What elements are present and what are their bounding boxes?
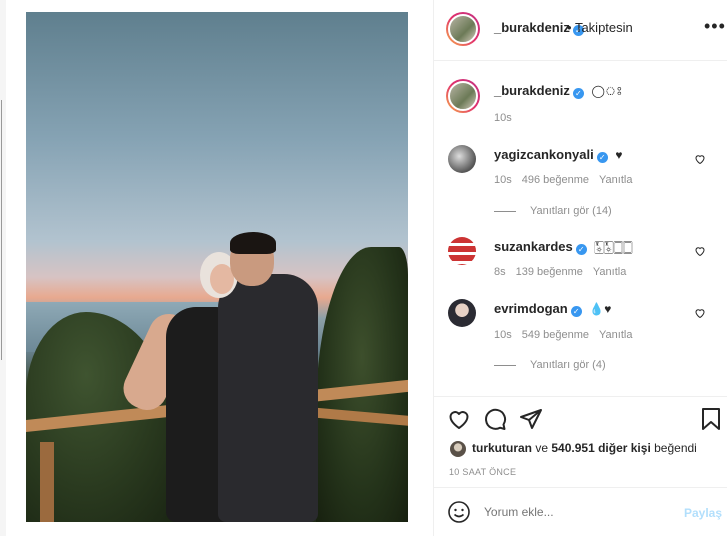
like-heart-icon[interactable]: [447, 407, 471, 431]
comment-like-heart-icon[interactable]: [694, 307, 706, 319]
comment-avatar[interactable]: [448, 299, 476, 327]
previous-post-edge: [0, 0, 6, 536]
caption-text: ◯ঃ: [591, 84, 623, 98]
comment-username[interactable]: yagizcankonyali: [494, 147, 594, 162]
follow-status[interactable]: • Takiptesin: [567, 20, 633, 35]
post-comment-button[interactable]: Paylaş: [684, 506, 722, 520]
reply-button[interactable]: Yanıtla: [593, 266, 626, 278]
verified-badge-icon: ✓: [572, 88, 584, 99]
liker-avatar: [450, 441, 466, 457]
comment-avatar[interactable]: [448, 237, 476, 265]
emoji-smiley-icon[interactable]: [447, 500, 471, 524]
caption-time[interactable]: 10s: [494, 112, 512, 124]
comment-likes[interactable]: 549 beğenme: [522, 329, 589, 341]
save-bookmark-icon[interactable]: [700, 407, 722, 431]
caption-row: _burakdeniz ✓ ◯ঃ: [494, 83, 623, 103]
following-label[interactable]: Takiptesin: [575, 20, 633, 35]
caption-avatar[interactable]: [446, 79, 480, 113]
comment-text: 💧♥: [589, 302, 612, 316]
separator-dot: •: [567, 20, 572, 35]
comment-avatar[interactable]: [448, 145, 476, 173]
view-replies-button[interactable]: Yanıtları gör (14): [494, 205, 612, 217]
comment-meta: 10s 549 beğenme Yanıtla: [494, 329, 632, 341]
caption-username[interactable]: _burakdeniz: [494, 83, 570, 98]
more-options-icon[interactable]: •••: [704, 16, 726, 37]
comment-row: yagizcankonyali ✓ ♥: [494, 147, 622, 163]
comment-input[interactable]: [484, 505, 664, 519]
reply-button[interactable]: Yanıtla: [599, 174, 632, 186]
comment-row: suzankardes ✓ 🀧🀧🀆🀆: [494, 239, 633, 255]
verified-badge-icon: ✓: [596, 152, 608, 163]
comment-meta: 8s 139 beğenme Yanıtla: [494, 266, 626, 278]
comment-like-heart-icon[interactable]: [694, 153, 706, 165]
comment-time[interactable]: 10s: [494, 174, 512, 186]
verified-badge-icon: ✓: [570, 306, 582, 317]
comment-row: evrimdogan ✓ 💧♥: [494, 301, 611, 317]
comment-meta: 10s 496 beğenme Yanıtla: [494, 174, 632, 186]
view-replies-button[interactable]: Yanıtları gör (4): [494, 359, 606, 371]
comment-text: 🀧🀧🀆🀆: [594, 240, 633, 254]
likes-summary[interactable]: turkuturan ve 540.951 diğer kişi beğendi: [450, 441, 697, 457]
comment-username[interactable]: suzankardes: [494, 239, 573, 254]
comment-username[interactable]: evrimdogan: [494, 301, 568, 316]
author-avatar[interactable]: [446, 12, 480, 46]
comment-time[interactable]: 8s: [494, 266, 506, 278]
comment-time[interactable]: 10s: [494, 329, 512, 341]
comment-likes[interactable]: 496 beğenme: [522, 174, 589, 186]
comment-text: ♥: [615, 148, 623, 162]
liker-username[interactable]: turkuturan: [472, 441, 532, 455]
comment-likes[interactable]: 139 beğenme: [516, 266, 583, 278]
comment-like-heart-icon[interactable]: [694, 245, 706, 257]
others-count[interactable]: 540.951 diğer kişi: [551, 441, 650, 455]
post-photo[interactable]: [26, 12, 408, 522]
share-direct-icon[interactable]: [519, 407, 543, 431]
comment-bubble-icon[interactable]: [483, 407, 507, 431]
verified-badge-icon: ✓: [575, 244, 587, 255]
reply-button[interactable]: Yanıtla: [599, 329, 632, 341]
post-timestamp[interactable]: 10 SAAT ÖNCE: [449, 467, 516, 477]
